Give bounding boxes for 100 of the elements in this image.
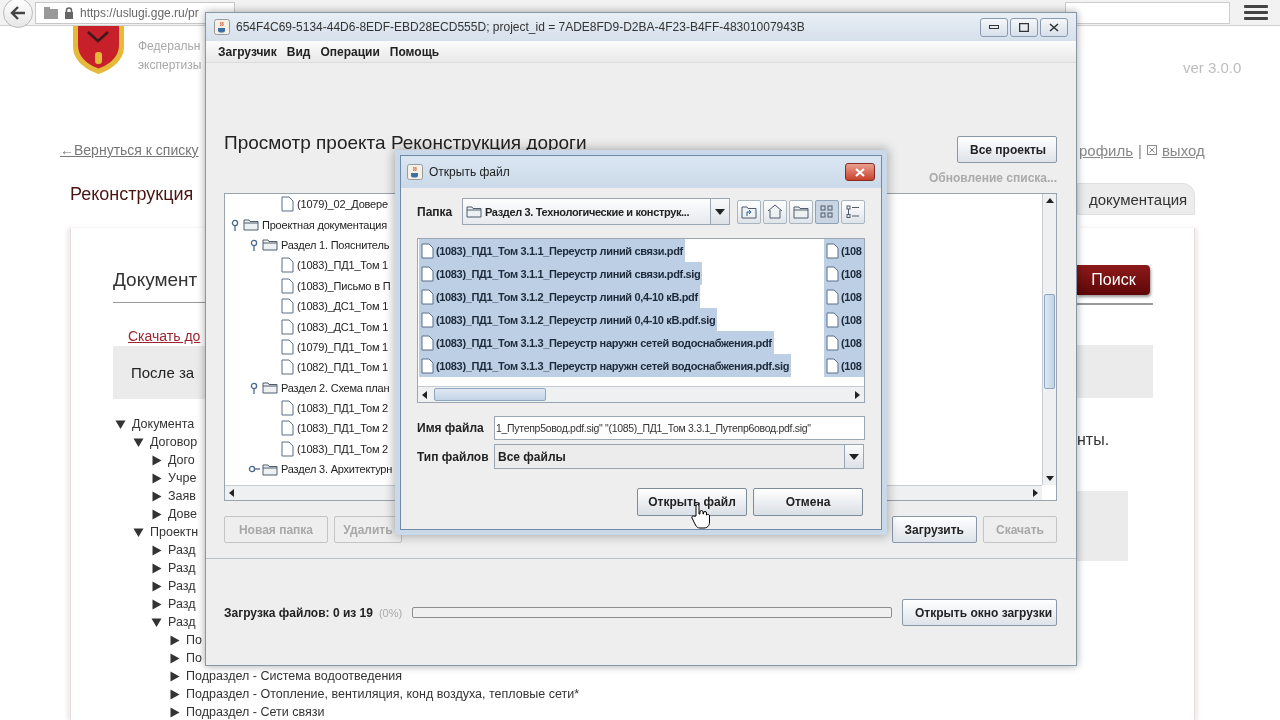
tree-item[interactable]: Подраздел - Система водоотведения xyxy=(186,669,403,683)
expanded-arrow-icon[interactable] xyxy=(133,526,144,538)
tree-toggle-icon[interactable] xyxy=(248,381,260,394)
file-name-field[interactable]: 1_Путепр5овод.pdf.sig" "(1085)_ПД1_Том 3.3.1_Путепр6овод.pdf.sig" xyxy=(494,416,865,440)
vertical-scrollbar[interactable] xyxy=(1042,194,1056,485)
expanded-arrow-icon[interactable] xyxy=(133,436,144,448)
toolbar-button[interactable]: Загрузить xyxy=(891,516,977,543)
tree-item[interactable]: Подраздел - Отопление, вентиляция, конд воздуха, тепловые сети* xyxy=(186,687,580,701)
file-item[interactable]: (1083)_ПД1_Том 3.1.3_Переустр наружн сетей водоснабжения.pdf xyxy=(419,331,774,354)
file-name[interactable]: (1083)_ПД1_Том 2 xyxy=(297,442,389,455)
tree-toggle-icon[interactable] xyxy=(248,238,260,251)
close-button[interactable] xyxy=(845,163,875,181)
file-name[interactable]: (1083)_ДС1_Том 1 xyxy=(297,320,389,333)
tree-item[interactable]: Разд xyxy=(168,561,196,575)
file-item[interactable]: (1083)_ПД1_Том 3.1.2_Переустр линий 0,4-10 кВ.pdf xyxy=(419,285,700,308)
tree-item[interactable]: Разд xyxy=(168,543,196,557)
file-name[interactable]: (1083)_ДС1_Том 1 xyxy=(297,300,389,313)
collapsed-arrow-icon[interactable] xyxy=(151,508,162,520)
expanded-arrow-icon[interactable] xyxy=(151,616,162,628)
tree-item[interactable]: Документа xyxy=(132,417,195,431)
menu-item[interactable]: Помощь xyxy=(384,44,445,59)
file-name[interactable]: (1083)_Письмо в П xyxy=(297,279,391,292)
collapsed-arrow-icon[interactable] xyxy=(151,490,162,502)
collapsed-arrow-icon[interactable] xyxy=(151,562,162,574)
close-button[interactable] xyxy=(1040,17,1068,37)
open-file-button[interactable]: Открыть файл xyxy=(637,488,747,516)
folder-name[interactable]: Раздел 3. Архитектурн xyxy=(281,463,393,476)
collapsed-arrow-icon[interactable] xyxy=(169,652,180,664)
collapsed-arrow-icon[interactable] xyxy=(151,580,162,592)
folder-name[interactable]: Раздел 2. Схема план xyxy=(281,381,390,394)
folder-name[interactable]: Раздел 1. Пояснитель xyxy=(281,238,390,251)
view-toggle[interactable] xyxy=(815,199,839,224)
address-bar[interactable]: https://uslugi.gge.ru/pr xyxy=(35,1,235,24)
file-name[interactable]: (1082)_ПД1_Том 1 xyxy=(297,361,389,374)
file-name[interactable]: (1079)_ПД1_Том 1 xyxy=(297,340,389,353)
maximize-button[interactable] xyxy=(1010,17,1038,37)
details-view-icon xyxy=(846,204,860,219)
file-name[interactable]: (1083)_ПД1_Том 2 xyxy=(297,402,389,415)
tree-item[interactable]: Дове xyxy=(168,507,197,521)
folder-name[interactable]: Проектная документация xyxy=(262,218,388,231)
refresh-status: Обновление списка... xyxy=(929,171,1057,185)
logout-link[interactable]: выход xyxy=(1161,141,1205,159)
documentation-tab[interactable]: документация xyxy=(1077,183,1195,215)
all-projects-button[interactable]: Все проекты xyxy=(957,136,1057,163)
tree-item[interactable]: По xyxy=(186,651,202,665)
tree-item[interactable]: Дого xyxy=(168,453,195,467)
tree-item[interactable]: Разд xyxy=(168,615,196,629)
file-item[interactable]: (108 xyxy=(824,331,864,354)
file-item[interactable]: (1083)_ПД1_Том 3.1.1_Переустр линий связи.pdf xyxy=(419,239,685,262)
file-item[interactable]: (108 xyxy=(824,354,864,377)
search-button[interactable]: Поиск xyxy=(1077,265,1150,295)
tree-item[interactable]: Заяв xyxy=(168,489,196,503)
file-item[interactable]: (1083)_ПД1_Том 3.1.1_Переустр линий связи.pdf.sig xyxy=(419,262,703,285)
collapsed-arrow-icon[interactable] xyxy=(151,454,162,466)
download-link[interactable]: Скачать до xyxy=(128,328,201,344)
back-button[interactable] xyxy=(3,0,33,28)
file-item[interactable]: (108 xyxy=(824,262,864,285)
collapsed-arrow-icon[interactable] xyxy=(169,634,180,646)
minimize-button[interactable] xyxy=(980,17,1008,37)
tree-item[interactable]: Подраздел - Сети связи xyxy=(186,705,325,719)
menu-item[interactable]: Операции xyxy=(315,44,385,59)
menu-item[interactable]: Загрузчик xyxy=(213,44,282,59)
search-field[interactable] xyxy=(1065,1,1230,24)
file-name[interactable]: (1083)_ПД1_Том 2 xyxy=(297,422,389,435)
tree-item[interactable]: По xyxy=(186,633,202,647)
tree-item[interactable]: Учре xyxy=(168,471,197,485)
horizontal-scrollbar[interactable] xyxy=(418,386,864,402)
collapsed-arrow-icon[interactable] xyxy=(151,598,162,610)
tree-item[interactable]: Договор xyxy=(150,435,198,449)
collapsed-arrow-icon[interactable] xyxy=(169,688,180,700)
menu-item[interactable]: Вид xyxy=(281,44,316,59)
cancel-button[interactable]: Отмена xyxy=(753,488,863,516)
folder-dropdown[interactable]: Раздел 3. Технологические и конструк... xyxy=(462,198,730,225)
collapsed-arrow-icon[interactable] xyxy=(151,544,162,556)
tree-toggle-icon[interactable] xyxy=(229,218,241,231)
document-icon xyxy=(826,265,839,282)
file-item[interactable]: (108 xyxy=(824,308,864,331)
tree-item[interactable]: Разд xyxy=(168,597,196,611)
collapsed-arrow-icon[interactable] xyxy=(169,670,180,682)
collapsed-arrow-icon[interactable] xyxy=(169,706,180,718)
file-name[interactable]: (1079)_02_Довере xyxy=(297,198,388,211)
document-icon xyxy=(281,277,294,294)
collapsed-arrow-icon[interactable] xyxy=(151,472,162,484)
file-item[interactable]: (108 xyxy=(824,285,864,308)
nav-button[interactable] xyxy=(789,199,813,224)
dropdown-arrow-icon xyxy=(715,208,725,215)
file-item[interactable]: (1083)_ПД1_Том 3.1.3_Переустр наружн сетей водоснабжения.pdf.sig xyxy=(419,354,792,377)
back-link[interactable]: ←Вернуться к списку xyxy=(60,141,199,159)
tree-item[interactable]: Разд xyxy=(168,579,196,593)
file-type-dropdown[interactable]: Все файлы xyxy=(494,444,864,469)
expanded-arrow-icon[interactable] xyxy=(115,418,126,430)
tree-item[interactable]: Проектн xyxy=(150,525,199,539)
file-item[interactable]: (108 xyxy=(824,239,864,262)
nav-button[interactable] xyxy=(737,199,761,224)
open-upload-window-button[interactable]: Открыть окно загрузки xyxy=(902,599,1057,626)
nav-button[interactable] xyxy=(763,199,787,224)
file-item[interactable]: (1083)_ПД1_Том 3.1.2_Переустр линий 0,4-10 кВ.pdf.sig xyxy=(419,308,718,331)
document-icon xyxy=(281,359,294,376)
profile-link[interactable]: рофиль xyxy=(1079,141,1133,159)
view-toggle[interactable] xyxy=(841,199,865,224)
